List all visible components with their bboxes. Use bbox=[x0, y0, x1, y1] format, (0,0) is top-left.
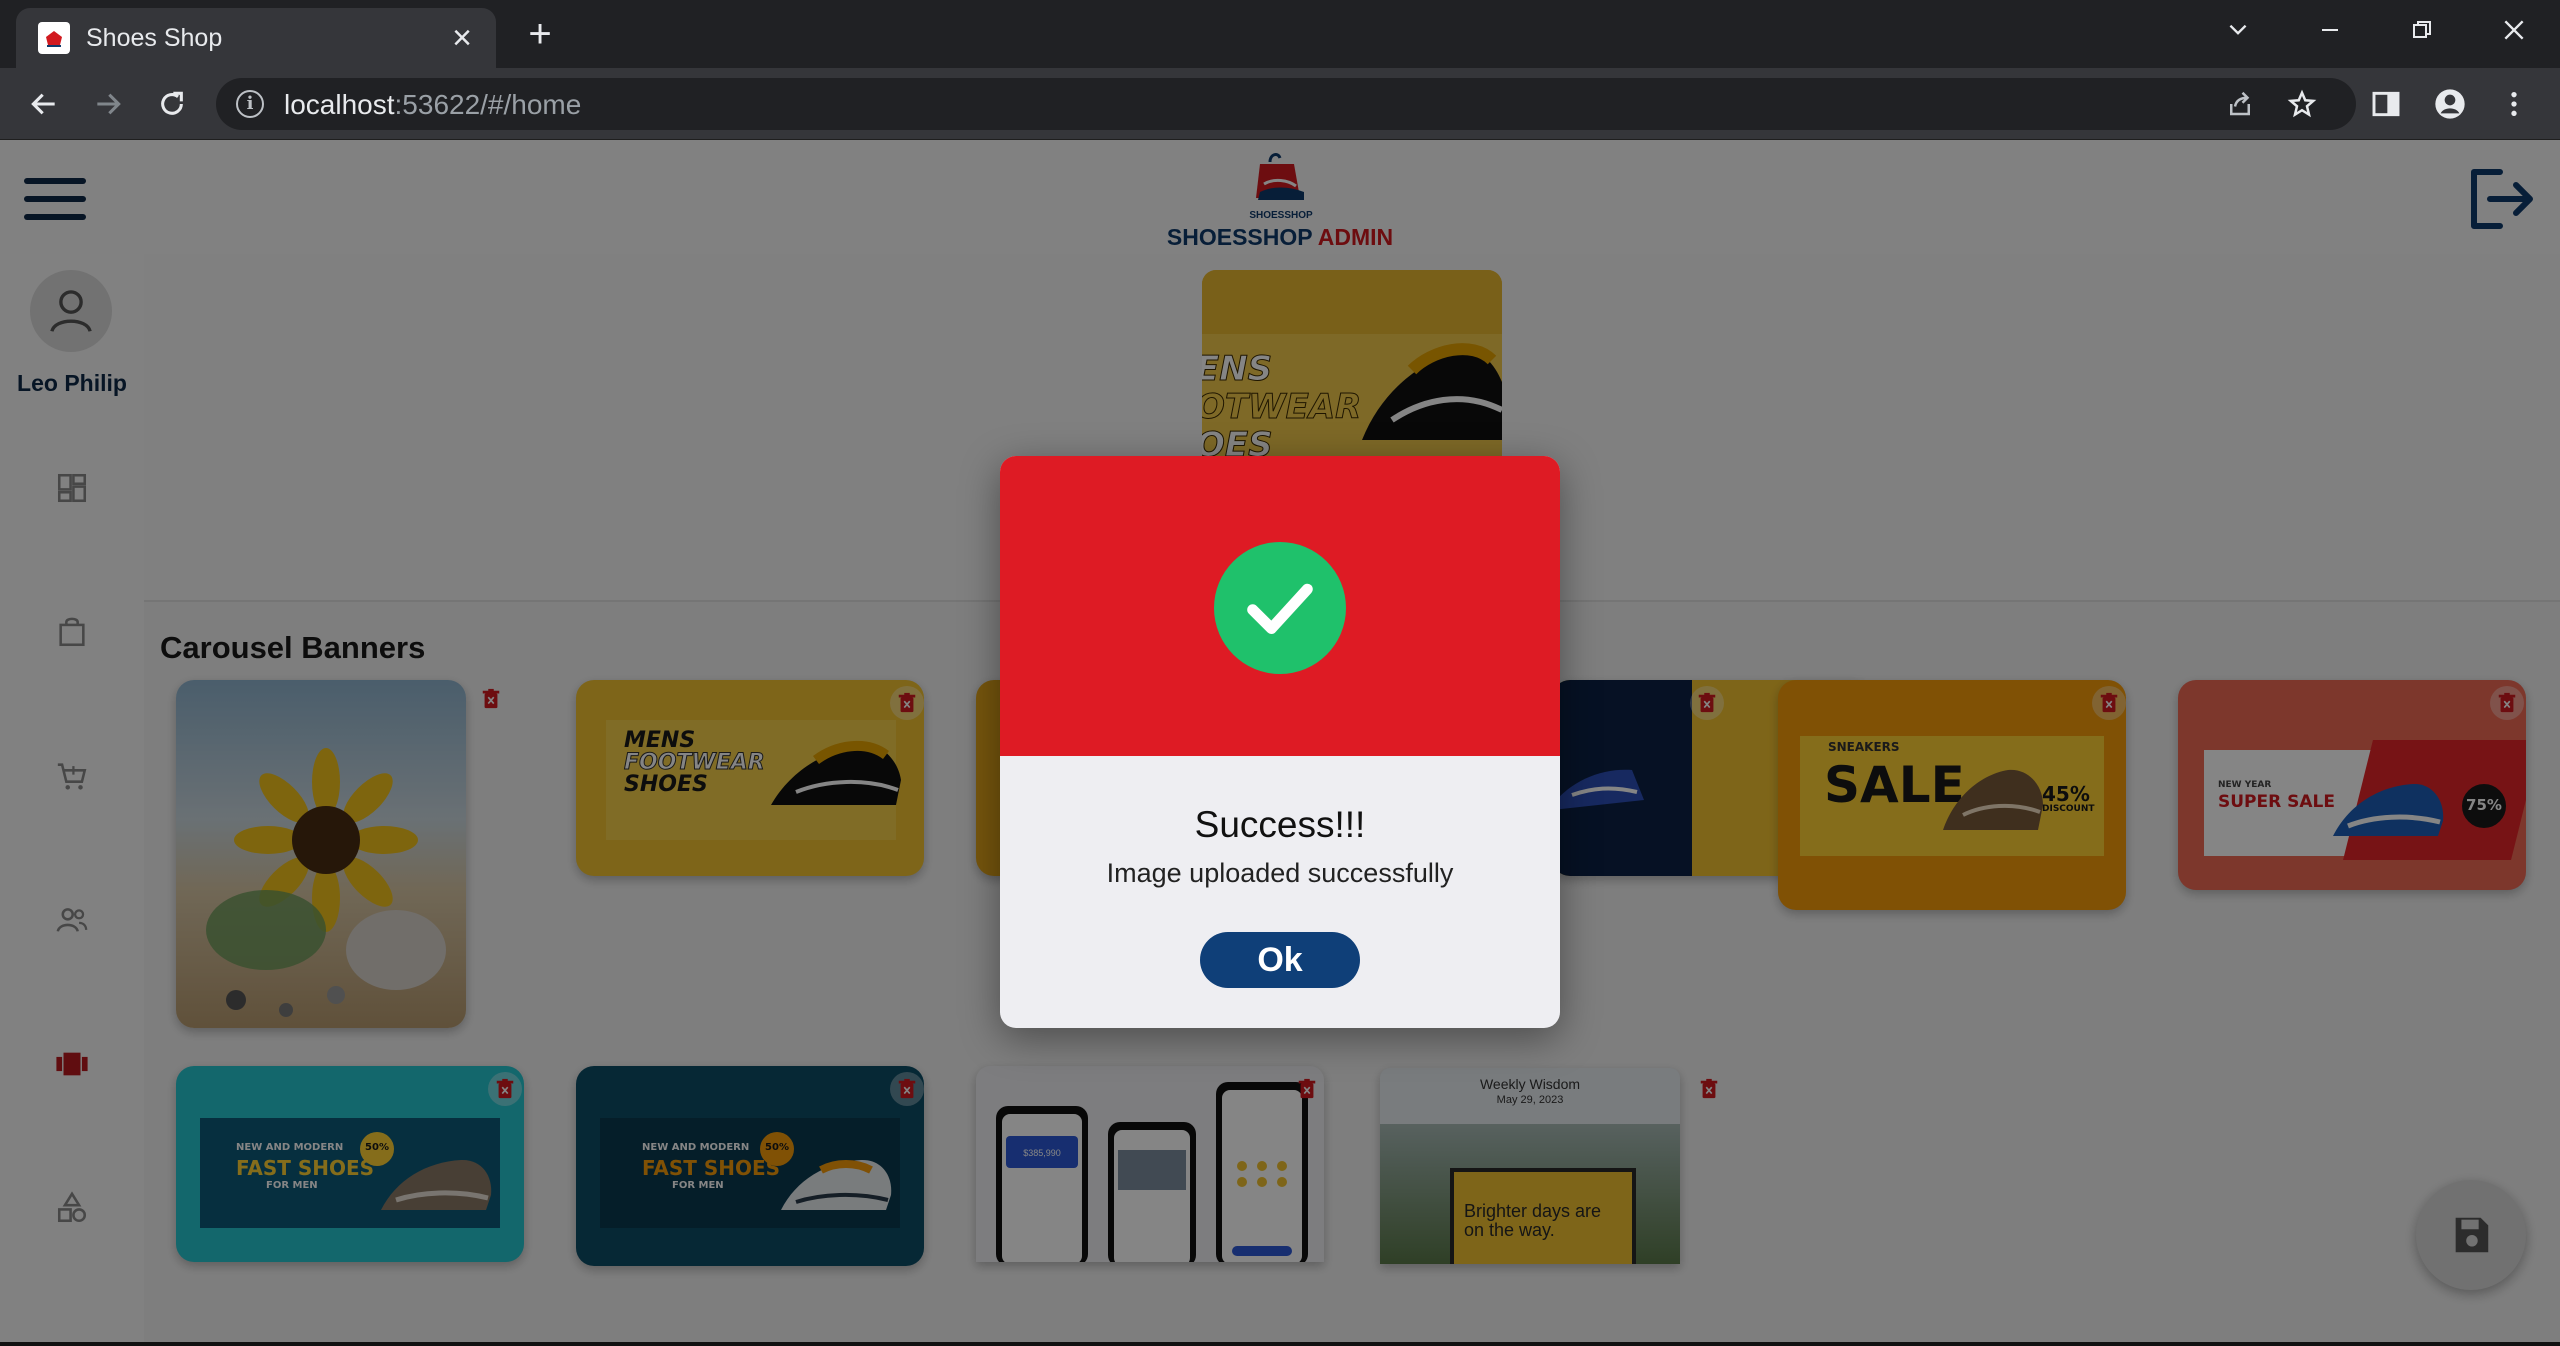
back-button[interactable] bbox=[22, 82, 66, 126]
close-window-button[interactable] bbox=[2488, 8, 2540, 52]
ok-button[interactable]: Ok bbox=[1200, 932, 1360, 988]
dialog-header bbox=[1000, 456, 1560, 756]
browser-menu-button[interactable] bbox=[2492, 82, 2536, 126]
more-vertical-icon bbox=[2511, 92, 2517, 116]
forward-button[interactable] bbox=[86, 82, 130, 126]
tab-close-button[interactable]: × bbox=[442, 18, 482, 58]
dialog-message: Image uploaded successfully bbox=[1106, 858, 1454, 888]
reload-button[interactable] bbox=[150, 82, 194, 126]
success-check-icon bbox=[1214, 542, 1346, 674]
minimize-button[interactable] bbox=[2304, 8, 2356, 52]
close-icon bbox=[2504, 20, 2524, 40]
browser-tab-bar: Shoes Shop × + bbox=[0, 0, 2560, 68]
url-text: localhost:53622/#/home bbox=[284, 89, 582, 120]
browser-tab[interactable]: Shoes Shop × bbox=[16, 8, 496, 68]
dialog-title: Success!!! bbox=[1194, 804, 1366, 845]
chevron-down-icon bbox=[2229, 24, 2247, 35]
address-bar[interactable]: i localhost:53622/#/home bbox=[216, 78, 2356, 130]
arrow-left-icon bbox=[31, 93, 55, 115]
profile-button[interactable] bbox=[2428, 82, 2472, 126]
side-panel-icon bbox=[2372, 91, 2400, 117]
share-icon[interactable] bbox=[2222, 86, 2258, 122]
reload-icon bbox=[161, 91, 183, 115]
favicon-icon bbox=[38, 22, 70, 54]
success-dialog: Success!!! Image uploaded successfully O… bbox=[1000, 456, 1560, 1028]
new-tab-button[interactable]: + bbox=[518, 12, 562, 56]
site-info-icon[interactable]: i bbox=[236, 90, 264, 118]
tab-search-button[interactable] bbox=[2212, 8, 2264, 52]
profile-icon bbox=[2435, 89, 2465, 119]
tab-title: Shoes Shop bbox=[86, 24, 223, 52]
arrow-right-icon bbox=[97, 93, 121, 115]
bookmark-star-icon[interactable] bbox=[2284, 86, 2320, 122]
restore-button[interactable] bbox=[2396, 8, 2448, 52]
side-panel-button[interactable] bbox=[2364, 82, 2408, 126]
minimize-icon bbox=[2322, 29, 2338, 31]
restore-icon bbox=[2413, 21, 2431, 38]
browser-toolbar: i localhost:53622/#/home bbox=[0, 68, 2560, 140]
window-bottom-edge bbox=[0, 1342, 2560, 1346]
